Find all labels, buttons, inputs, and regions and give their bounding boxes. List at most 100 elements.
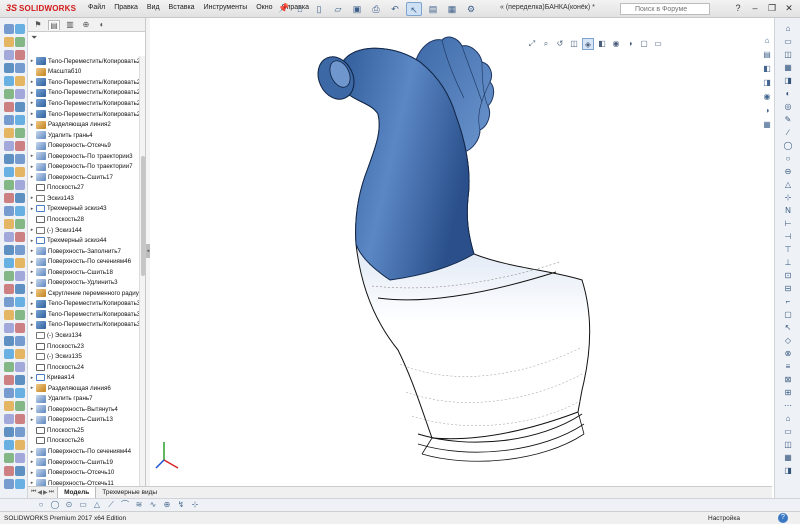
tree-item[interactable]: ▸ Поверхность-Сшить19	[28, 457, 145, 468]
section-view-icon[interactable]: ◫	[568, 38, 580, 50]
command-tool-icon[interactable]	[15, 440, 25, 450]
expand-arrow-icon[interactable]: ▸	[28, 164, 36, 170]
bottom-sketch-tool-icon[interactable]: ⊕	[162, 500, 172, 510]
menu-tools[interactable]: Инструменты	[204, 4, 248, 11]
sketch-tool-icon[interactable]: ◫	[783, 50, 793, 60]
tree-item[interactable]: ▸ Поверхность-По сечениям46	[28, 256, 145, 267]
tree-item[interactable]: Масштаб10	[28, 67, 145, 78]
command-tool-icon[interactable]	[4, 388, 14, 398]
bottom-sketch-tool-icon[interactable]: ⊙	[64, 500, 74, 510]
command-tool-icon[interactable]	[4, 219, 14, 229]
tree-item[interactable]: ▸ Трехмерный эскиз43	[28, 204, 145, 215]
sketch-tool-icon[interactable]: ▦	[783, 453, 793, 463]
zoom-to-fit-icon[interactable]: ⤢	[526, 38, 538, 50]
first-tab-icon[interactable]: ⏮	[31, 489, 36, 496]
undo-icon[interactable]: ↶	[387, 2, 403, 16]
expand-arrow-icon[interactable]: ▸	[28, 470, 36, 476]
task-pane-icon[interactable]: ◨	[762, 78, 772, 88]
command-tool-icon[interactable]	[4, 271, 14, 281]
command-tool-icon[interactable]	[4, 466, 14, 476]
sketch-tool-icon[interactable]: ◯	[783, 141, 793, 151]
expand-arrow-icon[interactable]: ▸	[28, 311, 36, 317]
command-tool-icon[interactable]	[15, 336, 25, 346]
select-icon[interactable]: ↖	[406, 2, 422, 16]
display-manager-tab-icon[interactable]: ◐	[96, 20, 108, 30]
command-tool-icon[interactable]	[4, 76, 14, 86]
expand-arrow-icon[interactable]: ▸	[28, 259, 36, 265]
tree-item[interactable]: (-) Эскиз134	[28, 330, 145, 341]
sketch-tool-icon[interactable]: ⌐	[783, 297, 793, 307]
expand-arrow-icon[interactable]: ▸	[28, 100, 36, 106]
command-tool-icon[interactable]	[15, 310, 25, 320]
sketch-tool-icon[interactable]: ↖	[783, 323, 793, 333]
command-tool-icon[interactable]	[4, 349, 14, 359]
sketch-tool-icon[interactable]: △	[783, 180, 793, 190]
expand-arrow-icon[interactable]: ▸	[28, 322, 36, 328]
expand-arrow-icon[interactable]: ▸	[28, 375, 36, 381]
command-tool-icon[interactable]	[15, 245, 25, 255]
sketch-tool-icon[interactable]: ▭	[783, 427, 793, 437]
sketch-tool-icon[interactable]: ⊥	[783, 258, 793, 268]
tree-item[interactable]: Плоскость27	[28, 183, 145, 194]
tree-item[interactable]: Удалить грань7	[28, 394, 145, 405]
sketch-tool-icon[interactable]: ◇	[783, 336, 793, 346]
command-tool-icon[interactable]	[15, 102, 25, 112]
tree-item[interactable]: ▸ Эскиз143	[28, 193, 145, 204]
model-viewport[interactable]	[150, 18, 772, 498]
task-pane-icon[interactable]: ▤	[762, 50, 772, 60]
sketch-tool-icon[interactable]: ⊹	[783, 193, 793, 203]
command-tool-icon[interactable]	[4, 453, 14, 463]
command-tool-icon[interactable]	[15, 258, 25, 268]
tree-item[interactable]: ▸ Трехмерный эскиз44	[28, 235, 145, 246]
command-tool-icon[interactable]	[4, 284, 14, 294]
command-tool-icon[interactable]	[15, 388, 25, 398]
sketch-tool-icon[interactable]: ◨	[783, 466, 793, 476]
sketch-tool-icon[interactable]: ◐	[783, 89, 793, 99]
sketch-tool-icon[interactable]: ▦	[783, 63, 793, 73]
tree-item[interactable]: Плоскость26	[28, 436, 145, 447]
command-tool-icon[interactable]	[15, 232, 25, 242]
task-pane-icon[interactable]: ⌂	[762, 36, 772, 46]
command-tool-icon[interactable]	[4, 479, 14, 489]
sketch-tool-icon[interactable]: ◎	[783, 102, 793, 112]
view-orientation-icon[interactable]: ◈	[582, 38, 594, 50]
tree-item[interactable]: ▸ Поверхность-Заполнить7	[28, 246, 145, 257]
bottom-sketch-tool-icon[interactable]: ≋	[134, 500, 144, 510]
sketch-tool-icon[interactable]: ◫	[783, 440, 793, 450]
tree-item[interactable]: ▸ Поверхность-Сшить17	[28, 172, 145, 183]
command-tool-icon[interactable]	[15, 323, 25, 333]
expand-arrow-icon[interactable]: ▸	[28, 280, 36, 286]
close-icon[interactable]: ✕	[782, 1, 796, 15]
sketch-tool-icon[interactable]: ⊟	[783, 284, 793, 294]
file-properties-icon[interactable]: ▦	[444, 2, 460, 16]
tree-item[interactable]: ▸ Тело-Переместить/Копировать3	[28, 299, 145, 310]
command-tool-icon[interactable]	[15, 479, 25, 489]
tree-scroll-thumb[interactable]	[141, 156, 145, 276]
sketch-tool-icon[interactable]: N	[783, 206, 793, 216]
sketch-tool-icon[interactable]: ⊤	[783, 245, 793, 255]
command-tool-icon[interactable]	[15, 206, 25, 216]
task-pane-icon[interactable]: ◉	[762, 92, 772, 102]
hide-show-icon[interactable]: ◉	[610, 38, 622, 50]
command-tool-icon[interactable]	[15, 37, 25, 47]
sketch-tool-icon[interactable]: ∕	[783, 128, 793, 138]
tree-item[interactable]: ▸ Поверхность-По сечениям44	[28, 446, 145, 457]
tab-3d-views[interactable]: Трехмерные виды	[96, 487, 163, 499]
search-input[interactable]	[620, 3, 710, 15]
sketch-tool-icon[interactable]: ⋯	[783, 401, 793, 411]
restore-icon[interactable]: ❐	[765, 1, 779, 15]
expand-arrow-icon[interactable]: ▸	[28, 90, 36, 96]
command-tool-icon[interactable]	[4, 206, 14, 216]
command-tool-icon[interactable]	[4, 323, 14, 333]
configuration-tab-icon[interactable]: ▥	[64, 20, 76, 30]
menu-window[interactable]: Окно	[256, 4, 272, 11]
tree-item[interactable]: ▸ Тело-Переместить/Копировать2	[28, 77, 145, 88]
filter-icon[interactable]: ⏷	[28, 32, 145, 44]
dimxpert-tab-icon[interactable]: ⊕	[80, 20, 92, 30]
command-tool-icon[interactable]	[15, 362, 25, 372]
help-icon[interactable]: ?	[731, 1, 745, 15]
menu-edit[interactable]: Правка	[114, 4, 138, 11]
tree-item[interactable]: ▸ Тело-Переместить/Копировать3	[28, 309, 145, 320]
expand-arrow-icon[interactable]: ▸	[28, 111, 36, 117]
tree-item[interactable]: Плоскость25	[28, 425, 145, 436]
